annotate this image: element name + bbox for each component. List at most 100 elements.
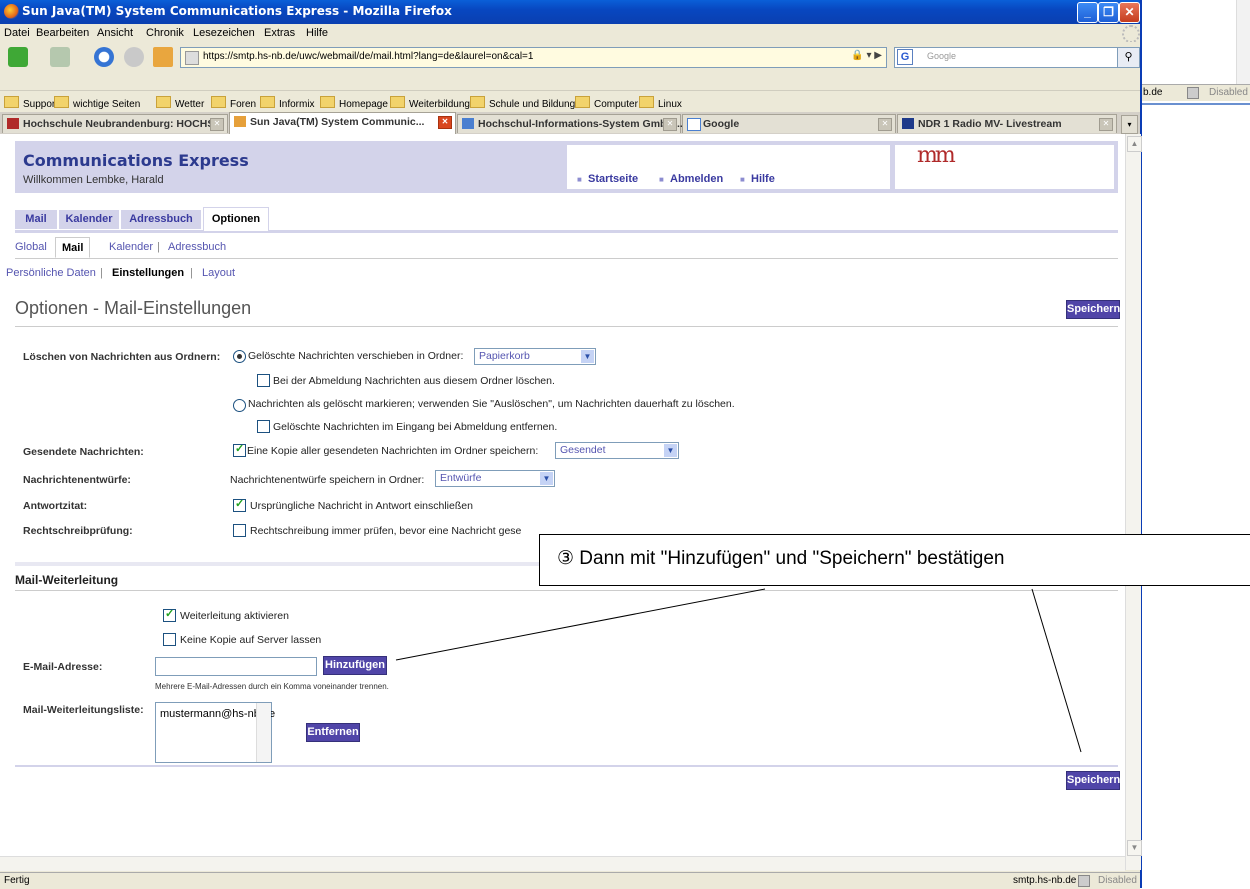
tab-sun-java[interactable]: Sun Java(TM) System Communic... ✕: [229, 112, 456, 134]
his-favicon-icon: [462, 118, 474, 129]
bookmark-linux[interactable]: Linux: [639, 96, 682, 110]
sub-tabs: Global Mail Kalender | Adressbuch: [15, 236, 1118, 259]
tab-list-button[interactable]: ▾: [1121, 115, 1138, 134]
ndr-favicon-icon: [902, 118, 914, 129]
folder-icon: [470, 96, 485, 108]
forward-arrow-icon[interactable]: [50, 47, 70, 67]
bookmark-informix[interactable]: Informix: [260, 96, 315, 110]
google-favicon-icon: [687, 118, 701, 131]
no-copy-checkbox[interactable]: [163, 633, 176, 646]
scroll-up-icon[interactable]: ▲: [1127, 136, 1142, 152]
include-original-checkbox[interactable]: [233, 497, 246, 512]
bookmark-computer[interactable]: Computer: [575, 96, 638, 110]
email-hint: Mehrere E-Mail-Adressen durch ein Komma …: [155, 682, 389, 691]
tab-ndr[interactable]: NDR 1 Radio MV- Livestream ✕: [897, 114, 1117, 133]
link-hilfe[interactable]: Hilfe: [751, 173, 775, 185]
bookmark-foren[interactable]: Foren: [211, 96, 256, 110]
background-scrollbar[interactable]: [1236, 0, 1250, 84]
subtab-mail[interactable]: Mail: [55, 237, 91, 258]
nav-persoenliche-daten[interactable]: Persönliche Daten: [6, 267, 96, 279]
tab-close-icon[interactable]: ✕: [878, 118, 892, 131]
trash-folder-select[interactable]: Papierkorb ▼: [474, 348, 596, 365]
menu-hilfe[interactable]: Hilfe: [306, 27, 328, 39]
delete-move-radio[interactable]: [233, 350, 246, 363]
delete-mark-radio[interactable]: [233, 399, 246, 412]
link-startseite[interactable]: Startseite: [588, 173, 638, 185]
tab-close-icon[interactable]: ✕: [438, 116, 452, 129]
tab-close-icon[interactable]: ✕: [210, 118, 224, 131]
subtab-adressbuch[interactable]: Adressbuch: [168, 241, 226, 253]
nav-einstellungen[interactable]: Einstellungen: [112, 267, 184, 279]
link-abmelden[interactable]: Abmelden: [670, 173, 723, 185]
add-button[interactable]: Hinzufügen: [323, 656, 387, 675]
save-button-top[interactable]: Speichern: [1066, 300, 1120, 319]
bullet-icon: ■: [577, 175, 582, 184]
tab-hochschule[interactable]: Hochschule Neubrandenburg: HOCHS... ✕: [2, 114, 228, 133]
tab-close-icon[interactable]: ✕: [663, 118, 677, 131]
title-bar: Sun Java(TM) System Communications Expre…: [0, 0, 1140, 24]
folder-icon: [156, 96, 171, 108]
bookmark-schule-und-bildung[interactable]: Schule und Bildung: [470, 96, 575, 110]
home-icon[interactable]: [153, 47, 173, 67]
minimize-button[interactable]: _: [1077, 2, 1098, 23]
stop-icon[interactable]: [124, 47, 144, 67]
tab-google[interactable]: Google ✕: [682, 114, 896, 133]
bookmark-label: Wetter: [175, 99, 205, 110]
vertical-scrollbar[interactable]: ▲ ▼: [1125, 134, 1142, 870]
purge-on-logout-checkbox[interactable]: [257, 374, 270, 387]
welcome-text: Willkommen Lembke, Harald: [23, 174, 164, 186]
menu-chronik[interactable]: Chronik: [146, 27, 184, 39]
status-bar: Fertig smtp.hs-nb.de Disabled: [0, 872, 1140, 889]
bookmark-wichtige-seiten[interactable]: wichtige Seiten: [54, 96, 140, 110]
spellcheck-checkbox[interactable]: [233, 524, 246, 537]
tab-adressbuch[interactable]: Adressbuch: [121, 210, 201, 229]
sent-label: Gesendete Nachrichten:: [23, 446, 144, 458]
menu-ansicht[interactable]: Ansicht: [97, 27, 133, 39]
menu-bearbeiten[interactable]: Bearbeiten: [36, 27, 89, 39]
divider: [15, 326, 1118, 327]
close-button[interactable]: ✕: [1119, 2, 1140, 23]
bullet-icon: ■: [740, 175, 745, 184]
maximize-button[interactable]: ❐: [1098, 2, 1119, 23]
save-sent-checkbox[interactable]: [233, 442, 246, 457]
subtab-kalender[interactable]: Kalender: [109, 241, 153, 253]
reload-icon[interactable]: [94, 47, 114, 67]
enable-forwarding-checkbox[interactable]: [163, 607, 176, 622]
status-host: smtp.hs-nb.de: [1013, 875, 1077, 886]
tab-kalender[interactable]: Kalender: [59, 210, 119, 229]
menu-lesezeichen[interactable]: Lesezeichen: [193, 27, 255, 39]
tab-optionen[interactable]: Optionen: [203, 207, 269, 231]
drafts-folder-select[interactable]: Entwürfe ▼: [435, 470, 555, 487]
bookmark-homepage[interactable]: Homepage: [320, 96, 388, 110]
list-scrollbar[interactable]: [256, 703, 271, 762]
bookmark-wetter[interactable]: Wetter: [156, 96, 204, 110]
url-go-icon[interactable]: 🔒 ▾ ▶: [851, 50, 882, 61]
google-icon[interactable]: G: [897, 49, 913, 65]
tab-mail[interactable]: Mail: [15, 210, 57, 229]
tab-close-icon[interactable]: ✕: [1099, 118, 1113, 131]
forward-list[interactable]: mustermann@hs-nb.de: [155, 702, 275, 763]
back-arrow-icon[interactable]: [8, 47, 28, 67]
remove-button[interactable]: Entfernen: [306, 723, 360, 742]
email-input[interactable]: [155, 657, 317, 676]
bookmark-weiterbildung[interactable]: Weiterbildung: [390, 96, 470, 110]
tab-his[interactable]: Hochschul-Informations-System GmbH... ✕: [457, 114, 683, 133]
scroll-down-icon[interactable]: ▼: [1127, 840, 1142, 856]
firefox-icon: [4, 4, 19, 19]
menu-datei[interactable]: Datei: [4, 27, 30, 39]
nav-layout[interactable]: Layout: [202, 267, 235, 279]
drafts-label: Nachrichtenentwürfe:: [23, 474, 131, 486]
sent-folder-select[interactable]: Gesendet ▼: [555, 442, 679, 459]
menu-extras[interactable]: Extras: [264, 27, 295, 39]
logo-mark: mm: [917, 143, 956, 168]
subtab-global[interactable]: Global: [15, 241, 47, 253]
bookmark-support[interactable]: Support: [4, 96, 58, 110]
search-icon[interactable]: ⚲: [1117, 47, 1140, 68]
search-input[interactable]: G Google: [894, 47, 1118, 68]
save-button-bottom[interactable]: Speichern: [1066, 771, 1120, 790]
url-bar[interactable]: https://smtp.hs-nb.de/uwc/webmail/de/mai…: [180, 47, 887, 68]
expunge-inbox-checkbox[interactable]: [257, 420, 270, 433]
horizontal-scrollbar[interactable]: [0, 856, 1125, 871]
spellcheck-text: Rechtschreibung immer prüfen, bevor eine…: [250, 525, 522, 537]
tab-strip: Hochschule Neubrandenburg: HOCHS... ✕ Su…: [0, 112, 1140, 135]
